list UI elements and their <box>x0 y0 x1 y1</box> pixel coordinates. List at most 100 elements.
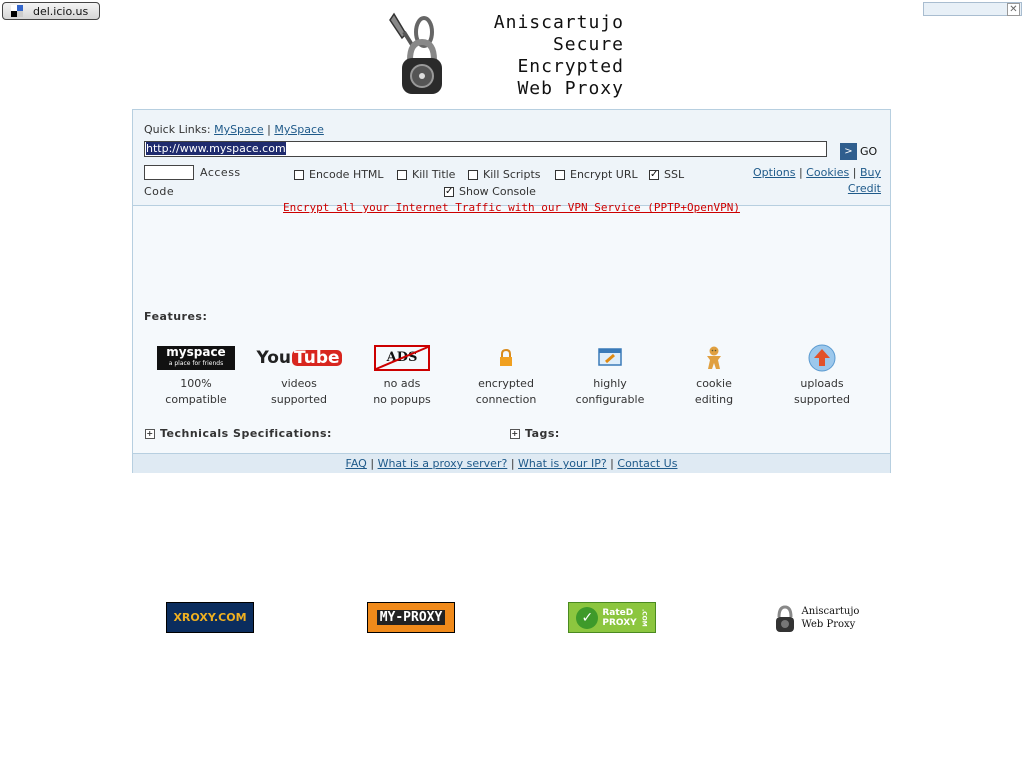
check-icon[interactable]: ✓ <box>444 186 454 197</box>
checkbox-encode-html[interactable]: Encode HTML <box>294 168 384 181</box>
checkbox-box[interactable] <box>555 169 565 180</box>
feature-line-2: supported <box>271 393 327 406</box>
separator: | <box>510 457 515 470</box>
expand-plus-icon[interactable]: + <box>510 428 520 439</box>
checkbox-label: Encrypt URL <box>570 168 638 181</box>
myspace-logo: myspace a place for friends <box>157 346 235 370</box>
title-line-1: Aniscartujo <box>493 12 624 33</box>
url-input-value: http://www.myspace.com <box>146 142 286 155</box>
upload-icon <box>808 344 836 372</box>
delicious-label: del.icio.us <box>33 4 89 18</box>
tags-toggle[interactable]: + Tags: <box>510 427 560 440</box>
checkbox-label: Kill Scripts <box>483 168 541 181</box>
xroxy-badge[interactable]: XROXY.COM <box>166 602 254 633</box>
title-line-4: Web Proxy <box>517 78 624 99</box>
checkbox-show-console[interactable]: ✓ Show Console <box>444 185 536 198</box>
tech-specs-toggle[interactable]: + Technicals Specifications: <box>145 427 332 440</box>
youtube-logo-you: You <box>256 348 291 368</box>
footer-links: FAQ | What is a proxy server? | What is … <box>133 453 890 473</box>
expand-plus-icon[interactable]: + <box>145 428 155 439</box>
features-heading: Features: <box>144 310 208 323</box>
checkbox-box[interactable] <box>397 169 407 180</box>
check-icon: ✓ <box>576 606 599 629</box>
separator: | <box>370 457 375 470</box>
quick-links-label: Quick Links: <box>144 123 211 136</box>
check-icon[interactable]: ✓ <box>649 169 659 180</box>
contact-link[interactable]: Contact Us <box>617 457 677 470</box>
title-line-3: Encrypted <box>517 56 624 77</box>
configure-icon <box>598 348 622 366</box>
feature-line-1: videos <box>281 377 317 390</box>
feature-encrypted: encrypted connection <box>451 343 561 408</box>
delicious-icon <box>11 5 23 17</box>
checkbox-label: SSL <box>664 168 685 181</box>
checkbox-encrypt-url[interactable]: Encrypt URL <box>555 168 638 181</box>
checkbox-box[interactable] <box>294 169 304 180</box>
checkbox-label: Encode HTML <box>309 168 384 181</box>
checkbox-label: Kill Title <box>412 168 456 181</box>
cookies-link[interactable]: Cookies <box>806 166 849 179</box>
checkbox-kill-title[interactable]: Kill Title <box>397 168 455 181</box>
feature-cookie: cookie editing <box>659 343 769 408</box>
youtube-logo: You Tube <box>256 348 342 368</box>
feature-line-2: editing <box>694 393 734 406</box>
rated-proxy-badge-line1: RateD <box>602 607 634 618</box>
quick-link-myspace-1[interactable]: MySpace <box>214 123 264 136</box>
site-title: Aniscartujo Secure Encrypted Web Proxy <box>462 12 624 100</box>
padlock-logo-icon <box>775 604 794 632</box>
title-line-2: Secure <box>552 34 624 55</box>
feature-line-1: 100% <box>180 377 212 390</box>
site-header: Aniscartujo Secure Encrypted Web Proxy <box>380 12 640 100</box>
youtube-logo-tube: Tube <box>292 348 342 368</box>
no-ads-icon: ADS <box>374 345 430 371</box>
feature-line-1: no ads <box>383 377 421 390</box>
faq-link[interactable]: FAQ <box>346 457 367 470</box>
feature-line-2: connection <box>475 393 537 406</box>
my-proxy-badge[interactable]: MY-PROXY <box>367 602 455 633</box>
checkbox-ssl[interactable]: ✓ SSL <box>649 168 684 181</box>
proxy-form: Quick Links: MySpace | MySpace http://ww… <box>133 110 890 206</box>
separator: | <box>610 457 614 470</box>
rated-proxy-badge-line2: PROXY <box>602 617 637 628</box>
feature-line-2: no popups <box>373 393 431 406</box>
credit-link[interactable]: Credit <box>848 182 881 195</box>
checkbox-label: Show Console <box>459 185 536 198</box>
url-input[interactable]: http://www.myspace.com <box>144 141 827 157</box>
what-is-proxy-link[interactable]: What is a proxy server? <box>378 457 508 470</box>
close-icon[interactable]: ✕ <box>1007 3 1020 16</box>
options-link[interactable]: Options <box>753 166 795 179</box>
feature-configurable: highly configurable <box>555 343 665 408</box>
feature-line-2: supported <box>794 393 850 406</box>
feature-no-ads: ADS no ads no popups <box>347 343 457 408</box>
quick-links: Quick Links: MySpace | MySpace <box>144 123 324 136</box>
options-links: Options | Cookies | Buy Credit <box>753 165 881 197</box>
aniscartujo-badge[interactable]: Aniscartujo Web Proxy <box>771 602 861 633</box>
aniscartujo-badge-line1: Aniscartujo <box>801 605 860 617</box>
access-code-label: Access <box>200 166 241 179</box>
what-is-ip-link[interactable]: What is your IP? <box>518 457 607 470</box>
checkbox-kill-scripts[interactable]: Kill Scripts <box>468 168 541 181</box>
aniscartujo-badge-line2: Web Proxy <box>801 618 856 630</box>
feature-line-1: cookie <box>696 377 732 390</box>
access-code-label-2: Code <box>144 185 175 198</box>
checkbox-box[interactable] <box>468 169 478 180</box>
myspace-logo-tagline: a place for friends <box>168 360 224 367</box>
xroxy-badge-text: XROXY.COM <box>173 611 247 624</box>
padlock-chain-logo <box>389 12 442 94</box>
delicious-bookmark-button[interactable]: del.icio.us <box>2 2 100 20</box>
go-button[interactable]: > GO <box>840 142 881 160</box>
rated-proxy-badge[interactable]: ✓ RateD PROXY .COM <box>568 602 656 633</box>
lock-icon <box>500 349 512 366</box>
quick-link-myspace-2[interactable]: MySpace <box>274 123 324 136</box>
feature-uploads: uploads supported <box>767 343 877 408</box>
go-button-label: GO <box>860 144 878 158</box>
feature-line-1: encrypted <box>478 377 534 390</box>
feature-line-2: configurable <box>575 393 645 406</box>
access-code-input[interactable] <box>144 165 194 180</box>
tech-specs-label: Technicals Specifications: <box>160 427 332 440</box>
rated-proxy-badge-com: .COM <box>640 608 648 627</box>
strike-icon <box>375 346 429 370</box>
floating-panel: ✕ <box>923 2 1022 16</box>
buy-link[interactable]: Buy <box>860 166 881 179</box>
vpn-promo-link[interactable]: Encrypt all your Internet Traffic with o… <box>133 201 890 214</box>
